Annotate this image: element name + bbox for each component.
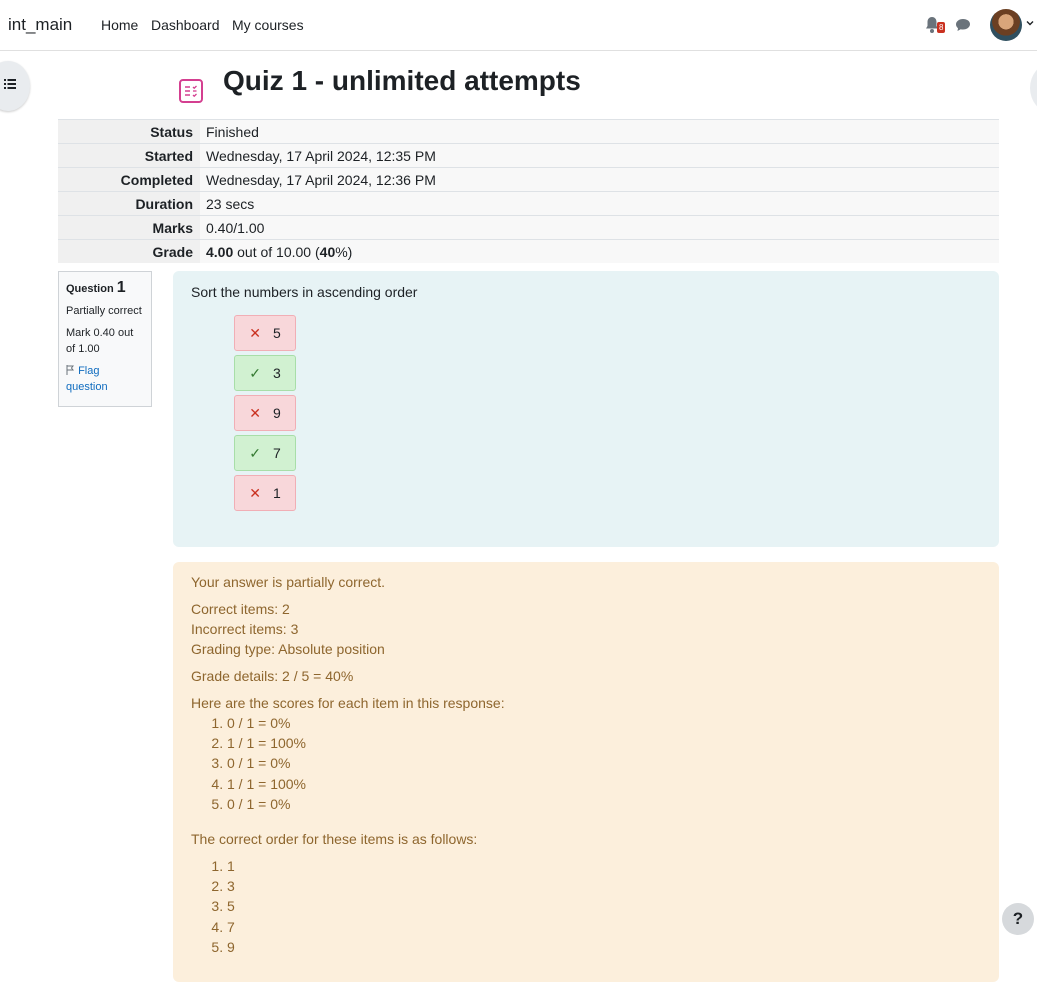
flag-icon: [66, 365, 74, 375]
list-item: 1: [227, 856, 235, 876]
feedback-correct-items: Correct items: 2: [191, 601, 290, 617]
answer-item-value: 3: [272, 365, 281, 381]
flag-question-link[interactable]: Flag question: [66, 363, 144, 395]
nav-link-my-courses[interactable]: My courses: [232, 17, 304, 33]
summary-value: 4.00 out of 10.00 (40%): [200, 239, 999, 263]
correct-icon: ✓: [249, 444, 261, 461]
question-mark: Mark 0.40 out of 1.00: [66, 327, 134, 355]
incorrect-icon: ✕: [249, 404, 261, 421]
answer-item: ✓ 3: [234, 355, 296, 391]
chevron-down-icon[interactable]: [1025, 18, 1035, 28]
list-icon: [4, 79, 16, 89]
summary-label: Started: [58, 143, 200, 168]
summary-label: Duration: [58, 191, 200, 216]
summary-row-marks: Marks 0.40/1.00: [58, 215, 999, 240]
nav-link-home[interactable]: Home: [101, 17, 138, 33]
answer-item: ✓ 7: [234, 435, 296, 471]
course-index-toggle[interactable]: [0, 61, 30, 111]
item-scores-list: 0 / 1 = 0% 1 / 1 = 100% 0 / 1 = 0% 1 / 1…: [191, 713, 306, 814]
feedback-summary: Your answer is partially correct.: [191, 574, 386, 590]
summary-label: Grade: [58, 239, 200, 263]
list-item: 7: [227, 917, 235, 937]
feedback-grade-details: Grade details: 2 / 5 = 40%: [191, 668, 354, 684]
list-item: 1 / 1 = 100%: [227, 733, 306, 753]
feedback-order-heading: The correct order for these items is as …: [191, 831, 478, 847]
notification-count-badge: 8: [937, 22, 946, 33]
quiz-icon: [179, 79, 203, 103]
answer-item: ✕ 1: [234, 475, 296, 511]
attempt-summary-table: Status Finished Started Wednesday, 17 Ap…: [58, 119, 999, 263]
page-title: Quiz 1 - unlimited attempts: [223, 65, 581, 96]
correct-order-list: 1 3 5 7 9: [191, 856, 235, 957]
summary-value: Wednesday, 17 April 2024, 12:35 PM: [200, 143, 999, 168]
user-avatar[interactable]: [990, 9, 1022, 41]
grade-score: 4.00: [206, 243, 234, 260]
question-formulation: Sort the numbers in ascending order ✕ 5 ✓…: [173, 271, 999, 547]
summary-row-grade: Grade 4.00 out of 10.00 (40%): [58, 239, 999, 263]
list-item: 1 / 1 = 100%: [227, 774, 306, 794]
summary-label: Completed: [58, 167, 200, 192]
answer-item: ✕ 5: [234, 315, 296, 351]
answer-item-value: 7: [272, 445, 281, 461]
nav-link-dashboard[interactable]: Dashboard: [151, 17, 220, 33]
question-number: Question 1: [66, 280, 144, 297]
answer-item-value: 9: [272, 405, 281, 421]
list-item: 3: [227, 876, 235, 896]
top-navbar: int_main Home Dashboard My courses 8: [0, 0, 1037, 51]
summary-value: Wednesday, 17 April 2024, 12:36 PM: [200, 167, 999, 192]
question-state: Partially correct: [66, 305, 142, 317]
summary-row-duration: Duration 23 secs: [58, 191, 999, 216]
feedback-incorrect-items: Incorrect items: 3: [191, 621, 299, 637]
summary-value: 23 secs: [200, 191, 999, 216]
grade-end: %): [335, 243, 353, 260]
grade-out-of: out of 10.00 (: [233, 243, 320, 260]
list-item: 5: [227, 896, 235, 916]
list-item: 0 / 1 = 0%: [227, 794, 306, 814]
summary-label: Status: [58, 119, 200, 144]
summary-value: Finished: [200, 119, 999, 144]
incorrect-icon: ✕: [249, 324, 261, 341]
question-info-box: Question 1 Partially correct Mark 0.40 o…: [58, 271, 152, 407]
help-button[interactable]: ?: [1002, 903, 1034, 935]
question-label: Question: [66, 283, 114, 295]
feedback-scores-heading: Here are the scores for each item in thi…: [191, 695, 505, 711]
summary-row-started: Started Wednesday, 17 April 2024, 12:35 …: [58, 143, 999, 168]
incorrect-icon: ✕: [249, 484, 261, 501]
summary-label: Marks: [58, 215, 200, 240]
block-drawer-toggle[interactable]: [1030, 64, 1037, 112]
question-number-value: 1: [116, 279, 126, 296]
summary-value: 0.40/1.00: [200, 215, 999, 240]
answer-item: ✕ 9: [234, 395, 296, 431]
question-text: Sort the numbers in ascending order: [191, 284, 418, 300]
grade-percent: 40: [319, 243, 336, 260]
question-feedback: Your answer is partially correct. Correc…: [173, 562, 999, 982]
answer-item-value: 5: [272, 325, 281, 341]
list-item: 0 / 1 = 0%: [227, 753, 306, 773]
summary-row-status: Status Finished: [58, 119, 999, 144]
chat-icon[interactable]: [955, 17, 971, 33]
list-item: 0 / 1 = 0%: [227, 713, 306, 733]
list-item: 9: [227, 937, 235, 957]
feedback-grading-type: Grading type: Absolute position: [191, 641, 385, 657]
correct-icon: ✓: [249, 364, 261, 381]
answer-item-value: 1: [272, 485, 281, 501]
site-name[interactable]: int_main: [8, 15, 72, 35]
summary-row-completed: Completed Wednesday, 17 April 2024, 12:3…: [58, 167, 999, 192]
